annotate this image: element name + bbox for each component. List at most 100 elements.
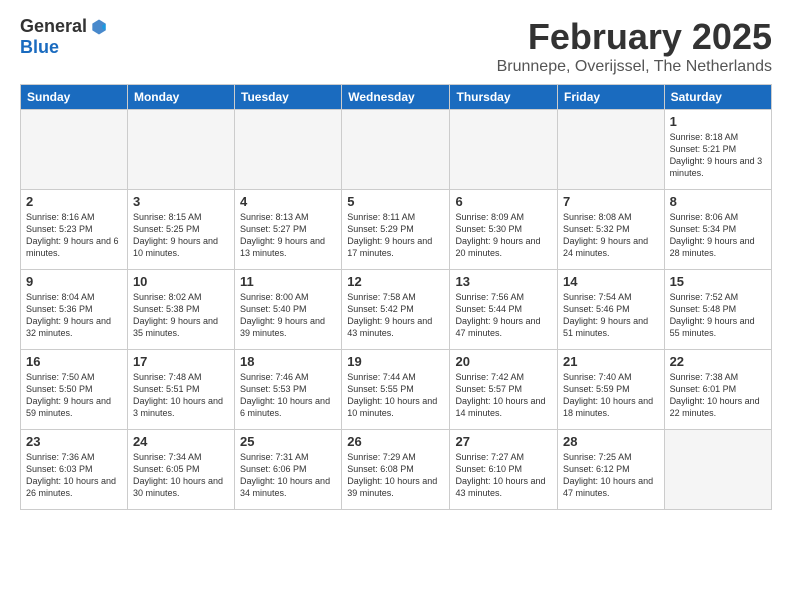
logo-general-text: General bbox=[20, 16, 87, 37]
day-info: Sunrise: 7:42 AMSunset: 5:57 PMDaylight:… bbox=[455, 371, 552, 420]
week-row-2: 9 Sunrise: 8:04 AMSunset: 5:36 PMDaylight… bbox=[21, 270, 772, 350]
calendar-cell bbox=[21, 110, 128, 190]
calendar-cell: 13 Sunrise: 7:56 AMSunset: 5:44 PMDayligh… bbox=[450, 270, 558, 350]
day-number: 4 bbox=[240, 194, 336, 209]
logo-blue-text: Blue bbox=[20, 37, 109, 58]
calendar-cell: 9 Sunrise: 8:04 AMSunset: 5:36 PMDaylight… bbox=[21, 270, 128, 350]
col-monday: Monday bbox=[127, 85, 234, 110]
day-info: Sunrise: 7:48 AMSunset: 5:51 PMDaylight:… bbox=[133, 371, 229, 420]
day-info: Sunrise: 8:04 AMSunset: 5:36 PMDaylight:… bbox=[26, 291, 122, 340]
day-number: 27 bbox=[455, 434, 552, 449]
calendar-cell: 22 Sunrise: 7:38 AMSunset: 6:01 PMDayligh… bbox=[664, 350, 771, 430]
header-row: Sunday Monday Tuesday Wednesday Thursday… bbox=[21, 85, 772, 110]
day-info: Sunrise: 8:06 AMSunset: 5:34 PMDaylight:… bbox=[670, 211, 766, 260]
calendar-cell: 26Sunrise: 7:29 AMSunset: 6:08 PMDayligh… bbox=[342, 430, 450, 510]
calendar-cell: 6Sunrise: 8:09 AMSunset: 5:30 PMDaylight… bbox=[450, 190, 558, 270]
calendar-cell: 20 Sunrise: 7:42 AMSunset: 5:57 PMDayligh… bbox=[450, 350, 558, 430]
logo: General Blue bbox=[20, 16, 109, 58]
day-info: Sunrise: 7:52 AMSunset: 5:48 PMDaylight:… bbox=[670, 291, 766, 340]
calendar-cell: 17 Sunrise: 7:48 AMSunset: 5:51 PMDayligh… bbox=[127, 350, 234, 430]
day-number: 15 bbox=[670, 274, 766, 289]
calendar-cell: 16 Sunrise: 7:50 AMSunset: 5:50 PMDayligh… bbox=[21, 350, 128, 430]
day-number: 1 bbox=[670, 114, 766, 129]
day-number: 9 bbox=[26, 274, 122, 289]
col-friday: Friday bbox=[558, 85, 665, 110]
week-row-4: 23 Sunrise: 7:36 AMSunset: 6:03 PMDayligh… bbox=[21, 430, 772, 510]
calendar-cell: 23 Sunrise: 7:36 AMSunset: 6:03 PMDayligh… bbox=[21, 430, 128, 510]
day-info: Sunrise: 8:15 AMSunset: 5:25 PMDaylight:… bbox=[133, 211, 229, 260]
calendar-cell: 11 Sunrise: 8:00 AMSunset: 5:40 PMDayligh… bbox=[235, 270, 342, 350]
logo-icon bbox=[89, 17, 109, 37]
day-info: Sunrise: 8:00 AMSunset: 5:40 PMDaylight:… bbox=[240, 291, 336, 340]
calendar-cell bbox=[127, 110, 234, 190]
calendar-cell: 14Sunrise: 7:54 AMSunset: 5:46 PMDayligh… bbox=[558, 270, 665, 350]
day-info: Sunrise: 8:13 AMSunset: 5:27 PMDaylight:… bbox=[240, 211, 336, 260]
subtitle: Brunnepe, Overijssel, The Netherlands bbox=[497, 58, 772, 76]
calendar-cell bbox=[235, 110, 342, 190]
day-number: 20 bbox=[455, 354, 552, 369]
calendar-cell: 5 Sunrise: 8:11 AMSunset: 5:29 PMDaylight… bbox=[342, 190, 450, 270]
calendar-cell bbox=[558, 110, 665, 190]
day-info: Sunrise: 8:08 AMSunset: 5:32 PMDaylight:… bbox=[563, 211, 659, 260]
day-info: Sunrise: 7:40 AMSunset: 5:59 PMDaylight:… bbox=[563, 371, 659, 420]
calendar-cell: 21Sunrise: 7:40 AMSunset: 5:59 PMDayligh… bbox=[558, 350, 665, 430]
day-number: 11 bbox=[240, 274, 336, 289]
day-number: 7 bbox=[563, 194, 659, 209]
day-info: Sunrise: 7:50 AMSunset: 5:50 PMDaylight:… bbox=[26, 371, 122, 420]
week-row-1: 2 Sunrise: 8:16 AMSunset: 5:23 PMDaylight… bbox=[21, 190, 772, 270]
day-info: Sunrise: 7:25 AMSunset: 6:12 PMDaylight:… bbox=[563, 451, 659, 500]
calendar-cell: 18Sunrise: 7:46 AMSunset: 5:53 PMDayligh… bbox=[235, 350, 342, 430]
day-number: 6 bbox=[455, 194, 552, 209]
main-title: February 2025 bbox=[497, 16, 772, 58]
day-number: 17 bbox=[133, 354, 229, 369]
calendar-cell: 12Sunrise: 7:58 AMSunset: 5:42 PMDayligh… bbox=[342, 270, 450, 350]
calendar-cell: 25 Sunrise: 7:31 AMSunset: 6:06 PMDayligh… bbox=[235, 430, 342, 510]
day-number: 25 bbox=[240, 434, 336, 449]
title-block: February 2025 Brunnepe, Overijssel, The … bbox=[497, 16, 772, 76]
day-info: Sunrise: 8:16 AMSunset: 5:23 PMDaylight:… bbox=[26, 211, 122, 260]
col-sunday: Sunday bbox=[21, 85, 128, 110]
day-number: 14 bbox=[563, 274, 659, 289]
day-number: 28 bbox=[563, 434, 659, 449]
day-info: Sunrise: 7:44 AMSunset: 5:55 PMDaylight:… bbox=[347, 371, 444, 420]
day-info: Sunrise: 7:36 AMSunset: 6:03 PMDaylight:… bbox=[26, 451, 122, 500]
day-info: Sunrise: 7:56 AMSunset: 5:44 PMDaylight:… bbox=[455, 291, 552, 340]
calendar-cell bbox=[664, 430, 771, 510]
calendar-body: 1 Sunrise: 8:18 AMSunset: 5:21 PMDaylight… bbox=[21, 110, 772, 510]
calendar-cell: 10 Sunrise: 8:02 AMSunset: 5:38 PMDayligh… bbox=[127, 270, 234, 350]
calendar-cell: 19 Sunrise: 7:44 AMSunset: 5:55 PMDayligh… bbox=[342, 350, 450, 430]
calendar-cell: 1 Sunrise: 8:18 AMSunset: 5:21 PMDaylight… bbox=[664, 110, 771, 190]
day-number: 13 bbox=[455, 274, 552, 289]
day-info: Sunrise: 8:11 AMSunset: 5:29 PMDaylight:… bbox=[347, 211, 444, 260]
day-info: Sunrise: 8:02 AMSunset: 5:38 PMDaylight:… bbox=[133, 291, 229, 340]
calendar-cell: 2 Sunrise: 8:16 AMSunset: 5:23 PMDaylight… bbox=[21, 190, 128, 270]
col-wednesday: Wednesday bbox=[342, 85, 450, 110]
calendar-cell: 4 Sunrise: 8:13 AMSunset: 5:27 PMDaylight… bbox=[235, 190, 342, 270]
calendar-cell: 7 Sunrise: 8:08 AMSunset: 5:32 PMDaylight… bbox=[558, 190, 665, 270]
day-number: 10 bbox=[133, 274, 229, 289]
day-number: 5 bbox=[347, 194, 444, 209]
calendar-cell: 15 Sunrise: 7:52 AMSunset: 5:48 PMDayligh… bbox=[664, 270, 771, 350]
day-number: 19 bbox=[347, 354, 444, 369]
calendar-cell bbox=[342, 110, 450, 190]
day-number: 26 bbox=[347, 434, 444, 449]
day-number: 22 bbox=[670, 354, 766, 369]
col-tuesday: Tuesday bbox=[235, 85, 342, 110]
calendar-cell: 28 Sunrise: 7:25 AMSunset: 6:12 PMDayligh… bbox=[558, 430, 665, 510]
day-info: Sunrise: 7:34 AMSunset: 6:05 PMDaylight:… bbox=[133, 451, 229, 500]
day-number: 16 bbox=[26, 354, 122, 369]
calendar-cell: 27Sunrise: 7:27 AMSunset: 6:10 PMDayligh… bbox=[450, 430, 558, 510]
day-info: Sunrise: 7:46 AMSunset: 5:53 PMDaylight:… bbox=[240, 371, 336, 420]
calendar-header: Sunday Monday Tuesday Wednesday Thursday… bbox=[21, 85, 772, 110]
header: General Blue February 2025 Brunnepe, Ove… bbox=[20, 16, 772, 76]
day-number: 23 bbox=[26, 434, 122, 449]
day-info: Sunrise: 8:18 AMSunset: 5:21 PMDaylight:… bbox=[670, 131, 766, 180]
day-number: 3 bbox=[133, 194, 229, 209]
calendar-cell: 3 Sunrise: 8:15 AMSunset: 5:25 PMDaylight… bbox=[127, 190, 234, 270]
week-row-0: 1 Sunrise: 8:18 AMSunset: 5:21 PMDaylight… bbox=[21, 110, 772, 190]
calendar-cell: 24Sunrise: 7:34 AMSunset: 6:05 PMDayligh… bbox=[127, 430, 234, 510]
day-info: Sunrise: 7:38 AMSunset: 6:01 PMDaylight:… bbox=[670, 371, 766, 420]
day-number: 2 bbox=[26, 194, 122, 209]
day-info: Sunrise: 7:31 AMSunset: 6:06 PMDaylight:… bbox=[240, 451, 336, 500]
calendar-cell: 8Sunrise: 8:06 AMSunset: 5:34 PMDaylight… bbox=[664, 190, 771, 270]
